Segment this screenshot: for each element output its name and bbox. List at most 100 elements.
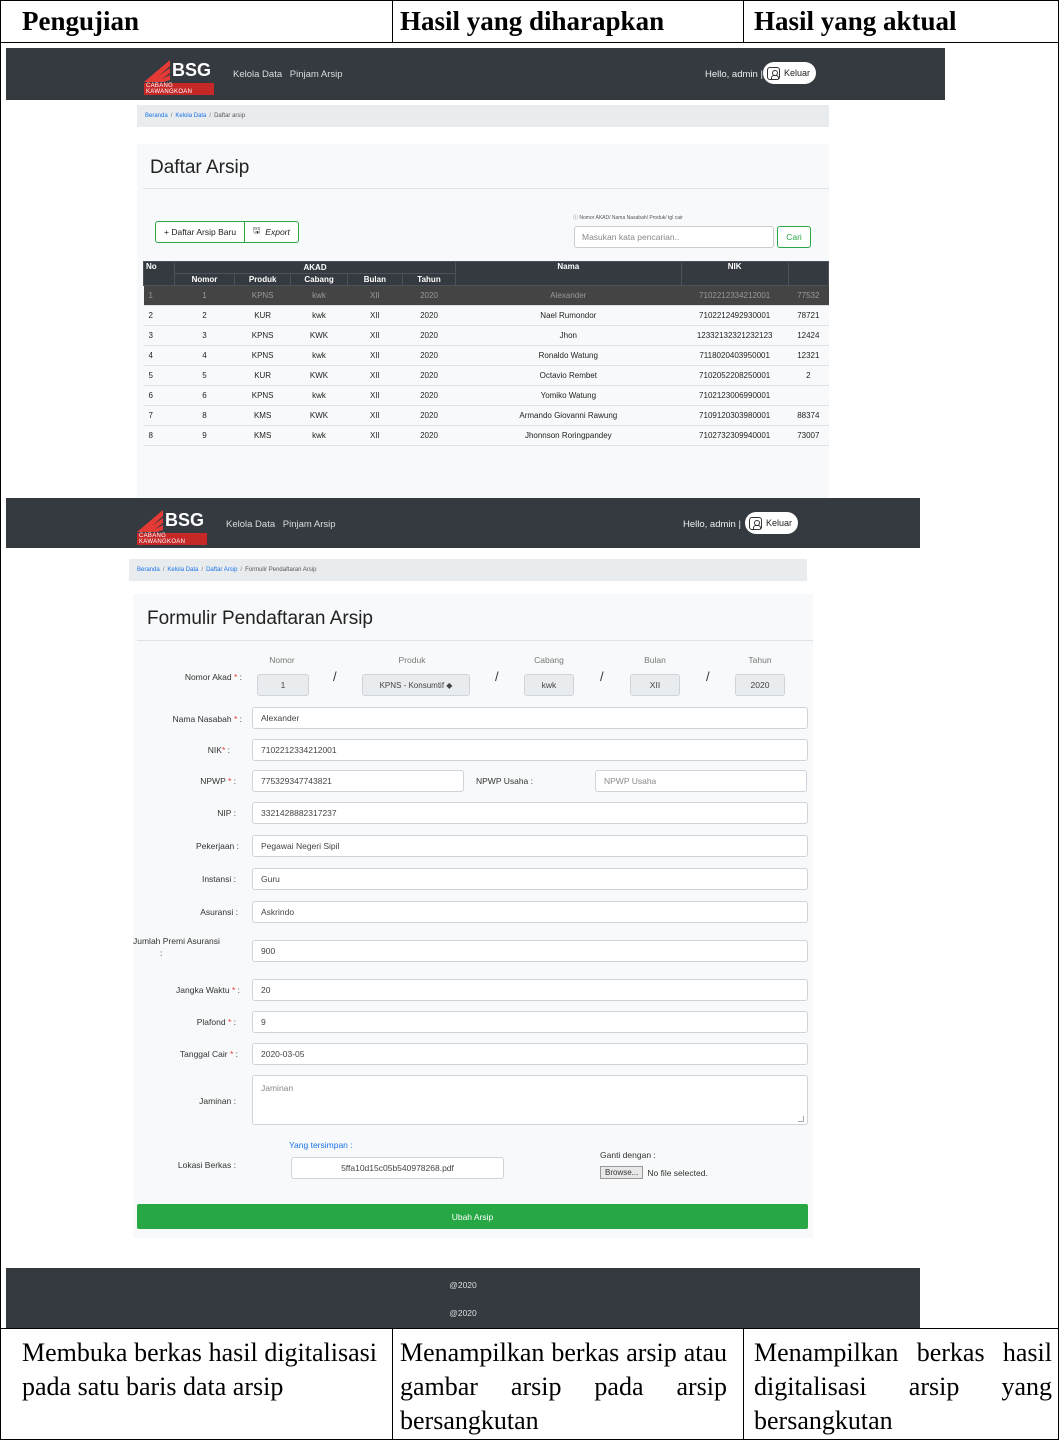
crumb-current: Daftar arsip	[214, 113, 246, 119]
table-row[interactable]: 4 4 KPNS kwk XII 2020 Ronaldo Watung 7118020403…	[143, 345, 829, 366]
desc-pengujian: Membuka berkas hasil digitalisasi pada s…	[22, 1338, 377, 1401]
asuransi-input[interactable]: Askrindo	[252, 901, 808, 923]
nav-menu: Kelola Data Pinjam Arsip	[226, 519, 341, 530]
logo-mark-icon	[137, 510, 163, 532]
table-row[interactable]: 2 2 KUR kwk XII 2020 Nael Rumondor 710221249293…	[143, 305, 829, 326]
col-cabang: Cabang	[290, 273, 348, 286]
npwp-usaha-input[interactable]: NPWP Usaha	[595, 770, 807, 792]
crumb-daftar-arsip[interactable]: Daftar Arsip	[206, 567, 237, 573]
akad-produk-select[interactable]: KPNS - Konsumtif ◆	[362, 674, 470, 696]
akad-bulan-field[interactable]: XII	[630, 674, 680, 696]
col-nik: NIK	[680, 261, 789, 286]
table-row[interactable]: 1 1 KPNS kwk XII 2020 Alexander 710221233421200…	[143, 285, 829, 306]
browse-button[interactable]: Browse...	[600, 1166, 644, 1179]
label-nip: NIP :	[217, 808, 236, 818]
cell-cabang: kwk	[290, 345, 348, 366]
table-row[interactable]: 8 9 KMS kwk XII 2020 Jhonnson Roringpandey 7102…	[143, 425, 829, 446]
cell-bulan: XII	[347, 345, 403, 366]
cell-extra: 77532	[788, 285, 829, 306]
nav-pinjam-arsip[interactable]: Pinjam Arsip	[283, 519, 336, 530]
table-row[interactable]: 3 3 KPNS KWK XII 2020 Jhon 1233213232123212​3 12…	[143, 325, 829, 346]
saved-file-link[interactable]: 5ffa10d15c05b540978268.pdf	[291, 1157, 504, 1179]
navbar: BSG CABANG KAWANGKOAN Kelola Data Pinjam…	[6, 48, 945, 100]
cell-no: 7	[143, 405, 175, 426]
cell-cabang: KWK	[290, 325, 348, 346]
cell-tahun: 2020	[402, 285, 456, 306]
page-title: Formulir Pendaftaran Arsip	[147, 608, 373, 629]
col-nomor: Nomor	[174, 273, 235, 286]
premi-input[interactable]: 900	[252, 940, 808, 962]
nav-kelola-data[interactable]: Kelola Data	[226, 519, 275, 530]
search-hint: ⓘ Nomor AKAD/ Nama Nasabah/ Produk/ tgl …	[573, 215, 683, 221]
submit-button[interactable]: Ubah Arsip	[137, 1204, 808, 1229]
cell-no: 5	[143, 365, 175, 386]
cell-nomor: 5	[174, 365, 235, 386]
resize-grip-icon[interactable]	[798, 1116, 804, 1122]
cell-bulan: XII	[347, 405, 403, 426]
akad-nomor-field[interactable]: 1	[257, 674, 309, 696]
cell-tahun: 2020	[402, 325, 456, 346]
new-archive-button[interactable]: + Daftar Arsip Baru	[156, 222, 244, 242]
label-npwp: NPWP * :	[200, 776, 236, 786]
npwp-input[interactable]: 775329347743821	[252, 770, 464, 792]
logout-button[interactable]: Keluar	[745, 512, 799, 534]
pekerjaan-input[interactable]: Pegawai Negeri Sipil	[252, 835, 808, 857]
nav-kelola-data[interactable]: Kelola Data	[233, 69, 282, 80]
jangka-waktu-input[interactable]: 20	[252, 979, 808, 1001]
akad-tahun-field[interactable]: 2020	[735, 674, 785, 696]
crumb-beranda[interactable]: Beranda	[145, 113, 168, 119]
cell-tahun: 2020	[402, 305, 456, 326]
table-row[interactable]: 6 6 KPNS kwk XII 2020 Yomiko Watung 71021230069…	[143, 385, 829, 406]
cell-produk: KMS	[234, 405, 291, 426]
nik-input[interactable]: 7102212334212001	[252, 739, 808, 761]
col-bulan: Bulan	[346, 273, 404, 286]
cell-produk: KPNS	[234, 325, 291, 346]
label-premi-colon: :	[160, 948, 163, 958]
cell-no: 2	[143, 305, 175, 326]
akad-col-nomor: Nomor	[269, 655, 295, 665]
nip-input[interactable]: 3321428882317237	[252, 802, 808, 824]
crumb-kelola-data[interactable]: Kelola Data	[175, 113, 206, 119]
akad-cabang-field[interactable]: kwk	[524, 674, 574, 696]
search-input[interactable]: Masukan kata pencarian..	[574, 226, 774, 248]
cell-cabang: kwk	[290, 305, 348, 326]
akad-col-produk: Produk	[398, 655, 426, 665]
cell-nik: 7102732309940001	[681, 425, 789, 446]
table-row[interactable]: 7 8 KMS KWK XII 2020 Armando Giovanni Rawung 71…	[143, 405, 829, 426]
instansi-input[interactable]: Guru	[252, 868, 808, 890]
screenshot-list-page: BSG CABANG KAWANGKOAN Kelola Data Pinjam…	[6, 48, 945, 498]
navbar: BSG CABANG KAWANGKOAN Kelola Data Pinjam…	[6, 498, 920, 548]
tanggal-cair-input[interactable]: 2020-03-05	[252, 1043, 808, 1065]
logout-label: Keluar	[784, 68, 811, 78]
plafond-input[interactable]: 9	[252, 1011, 808, 1033]
slash-separator: /	[495, 669, 499, 684]
logout-button[interactable]: Keluar	[763, 62, 817, 84]
export-button[interactable]: 🖫 Export	[244, 222, 298, 242]
nav-pinjam-arsip[interactable]: Pinjam Arsip	[290, 69, 343, 80]
footer-text-1: @2020	[449, 1280, 477, 1290]
cell-nomor: 6	[174, 385, 235, 406]
col-produk: Produk	[233, 273, 292, 286]
cell-nomor: 3	[174, 325, 235, 346]
table-row[interactable]: 5 5 KUR KWK XII 2020 Octavio Rembet 71020522082…	[143, 365, 829, 386]
jaminan-textarea[interactable]: Jaminan	[252, 1075, 808, 1125]
header-pengujian: Pengujian	[22, 6, 140, 36]
cell-produk: KPNS	[234, 385, 291, 406]
logo-text: BSG	[172, 60, 212, 80]
title-divider	[137, 640, 813, 641]
crumb-kelola-data[interactable]: Kelola Data	[167, 567, 198, 573]
cell-nomor: 4	[174, 345, 235, 366]
slash-separator: /	[706, 669, 710, 684]
akad-col-bulan: Bulan	[644, 655, 666, 665]
cell-bulan: XII	[347, 385, 403, 406]
cell-produk: KUR	[234, 305, 291, 326]
col-divider-1-top	[392, 0, 393, 43]
nama-nasabah-input[interactable]: Alexander	[252, 707, 808, 729]
screenshot-form-page: BSG CABANG KAWANGKOAN Kelola Data Pinjam…	[6, 498, 920, 1328]
cell-cabang: kwk	[290, 425, 348, 446]
cell-bulan: XII	[347, 425, 403, 446]
search-button[interactable]: Cari	[777, 226, 811, 248]
desc-hasil-diharapkan: Menampilkan berkas arsip atau gambar ars…	[400, 1338, 727, 1435]
crumb-beranda[interactable]: Beranda	[137, 567, 160, 573]
label-tanggal-cair: Tanggal Cair * :	[179, 1049, 238, 1059]
